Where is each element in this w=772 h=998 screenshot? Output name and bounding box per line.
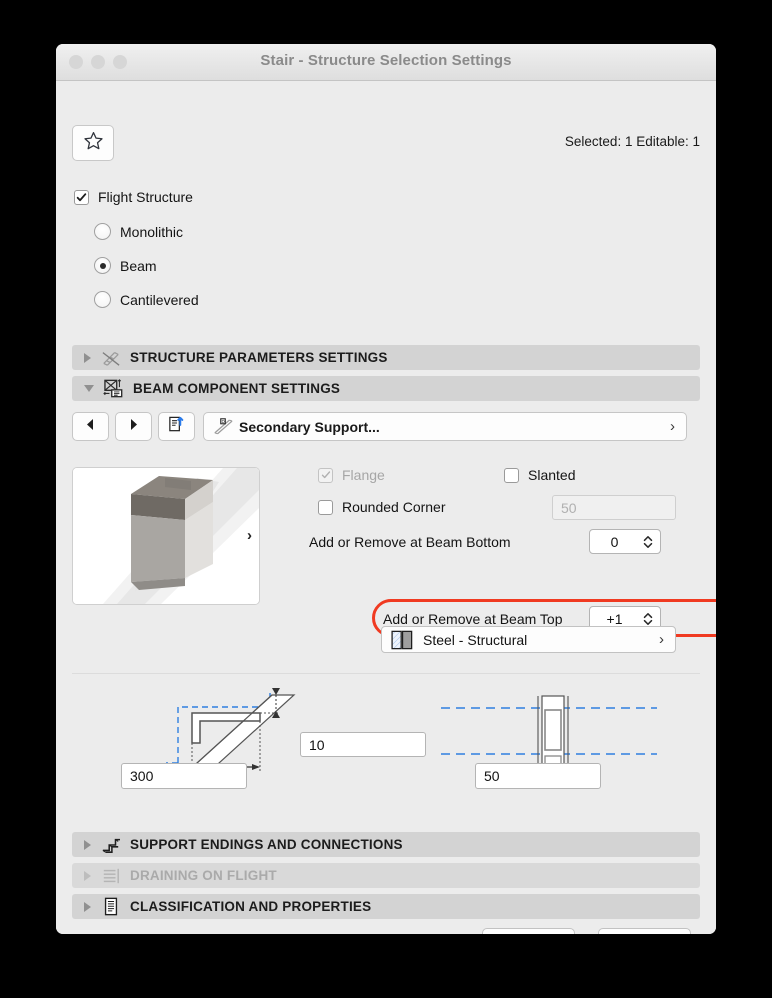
rounded-corner-value: 50 — [561, 499, 577, 516]
title-bar: Stair - Structure Selection Settings — [56, 44, 716, 81]
separator — [72, 673, 700, 674]
material-swatch-icon — [391, 630, 415, 650]
add-remove-top-value: +1 — [606, 610, 623, 627]
document-export-icon — [167, 415, 186, 439]
disclosure-triangle-icon[interactable] — [84, 901, 91, 912]
star-icon — [83, 130, 104, 156]
material-name: Steel - Structural — [423, 631, 528, 648]
flight-structure-checkbox-row[interactable]: Flight Structure — [74, 189, 193, 205]
section-draining-on-flight: DRAINING ON FLIGHT — [72, 863, 700, 888]
beam-component-icon — [103, 379, 129, 398]
favorites-button[interactable] — [72, 125, 114, 161]
width-value: 300 — [130, 768, 154, 784]
radio-option-beam[interactable]: Beam — [94, 257, 157, 274]
disclosure-triangle-icon — [84, 870, 91, 881]
cancel-button[interactable]: Cancel — [482, 928, 575, 934]
add-remove-bottom-label: Add or Remove at Beam Bottom — [309, 534, 511, 550]
section-label: DRAINING ON FLIGHT — [130, 868, 277, 883]
beam-3d-preview-image — [73, 468, 259, 604]
preview-next-chevron-icon[interactable]: › — [247, 527, 252, 544]
slanted-checkbox[interactable] — [504, 467, 519, 483]
section-classification-properties[interactable]: CLASSIFICATION AND PROPERTIES — [72, 894, 700, 919]
rounded-corner-label: Rounded Corner — [342, 499, 446, 515]
add-remove-bottom-stepper[interactable]: 0 — [589, 529, 661, 554]
component-navigation-bar: D Secondary Support... › — [72, 412, 687, 441]
radio-option-cantilevered[interactable]: Cantilevered — [94, 291, 199, 308]
flight-structure-label: Flight Structure — [98, 189, 193, 205]
offset-value: 50 — [484, 768, 500, 784]
settings-dialog: Stair - Structure Selection Settings Sel… — [56, 44, 716, 934]
flight-structure-checkbox[interactable] — [74, 189, 89, 205]
beam-label: Beam — [120, 257, 157, 274]
classification-icon — [100, 897, 126, 916]
rounded-corner-value-field: 50 — [552, 495, 676, 520]
add-remove-top-label: Add or Remove at Beam Top — [383, 611, 563, 627]
disclosure-triangle-icon[interactable] — [84, 385, 94, 392]
chevron-right-icon[interactable]: › — [659, 631, 664, 648]
chevron-right-icon[interactable]: › — [670, 418, 675, 435]
radio-option-monolithic[interactable]: Monolithic — [94, 223, 183, 240]
stepper-arrows-icon[interactable] — [643, 535, 653, 549]
slanted-checkbox-row[interactable]: Slanted — [504, 467, 575, 483]
thickness-field[interactable]: 10 — [300, 732, 426, 757]
stepper-arrows-icon[interactable] — [643, 612, 653, 626]
section-label: STRUCTURE PARAMETERS SETTINGS — [130, 350, 388, 365]
offset-field[interactable]: 50 — [475, 763, 601, 789]
section-label: BEAM COMPONENT SETTINGS — [133, 381, 341, 396]
slanted-label: Slanted — [528, 467, 576, 483]
dialog-body: Selected: 1 Editable: 1 Flight Structure… — [56, 81, 716, 934]
rounded-corner-checkbox[interactable] — [318, 499, 333, 515]
beam-profile-icon: D — [213, 418, 233, 435]
flange-label: Flange — [342, 467, 385, 483]
component-preview[interactable]: › — [72, 467, 260, 605]
selection-status: Selected: 1 Editable: 1 — [564, 134, 700, 149]
ok-button[interactable]: OK — [598, 928, 691, 934]
cantilevered-radio[interactable] — [94, 291, 111, 308]
support-endings-icon — [100, 836, 126, 854]
thickness-value: 10 — [309, 736, 325, 753]
beam-radio[interactable] — [94, 257, 111, 274]
section-support-endings[interactable]: SUPPORT ENDINGS AND CONNECTIONS — [72, 832, 700, 857]
nav-back-button[interactable] — [72, 412, 109, 441]
flange-checkbox-row: Flange — [318, 467, 385, 483]
disclosure-triangle-icon[interactable] — [84, 839, 91, 850]
component-name: Secondary Support... — [239, 418, 380, 435]
section-beam-component[interactable]: BEAM COMPONENT SETTINGS — [72, 376, 700, 401]
nav-forward-button[interactable] — [115, 412, 152, 441]
draining-icon — [100, 867, 126, 885]
disclosure-triangle-icon[interactable] — [84, 352, 91, 363]
add-remove-bottom-value: 0 — [610, 533, 619, 550]
rounded-corner-checkbox-row[interactable]: Rounded Corner — [318, 499, 446, 515]
monolithic-label: Monolithic — [120, 223, 184, 240]
section-label: SUPPORT ENDINGS AND CONNECTIONS — [130, 837, 403, 852]
nav-list-button[interactable] — [158, 412, 195, 441]
back-arrow-icon — [85, 418, 96, 436]
window-title: Stair - Structure Selection Settings — [260, 52, 512, 69]
forward-arrow-icon — [128, 418, 139, 436]
flange-checkbox — [318, 467, 333, 483]
material-selector[interactable]: Steel - Structural › — [381, 626, 676, 653]
monolithic-radio[interactable] — [94, 223, 111, 240]
structure-parameters-icon — [100, 349, 126, 367]
cantilevered-label: Cantilevered — [120, 291, 199, 308]
component-selector[interactable]: D Secondary Support... › — [203, 412, 687, 441]
section-label: CLASSIFICATION AND PROPERTIES — [130, 899, 372, 914]
section-structure-parameters[interactable]: STRUCTURE PARAMETERS SETTINGS — [72, 345, 700, 370]
width-field[interactable]: 300 — [121, 763, 247, 789]
radio-dot — [99, 262, 106, 269]
